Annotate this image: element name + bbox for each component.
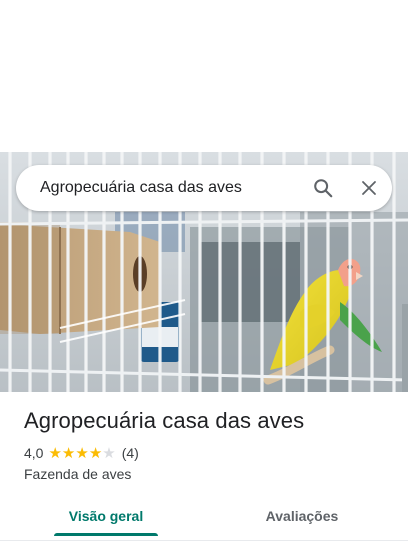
place-category[interactable]: Fazenda de aves bbox=[24, 466, 131, 482]
tab-overview[interactable]: Visão geral bbox=[54, 496, 158, 536]
star-icon: ★ bbox=[88, 444, 103, 462]
rating-value: 4,0 bbox=[24, 445, 44, 461]
search-input[interactable] bbox=[40, 166, 300, 210]
search-icon bbox=[314, 179, 333, 198]
star-icon: ★ bbox=[75, 444, 89, 462]
star-icon: ★ bbox=[61, 444, 76, 462]
active-tab-indicator bbox=[54, 533, 158, 536]
place-title: Agropecuária casa das aves bbox=[24, 408, 305, 433]
tab-reviews[interactable]: Avaliações bbox=[250, 496, 354, 536]
place-info-panel: Agropecuária casa das aves 4,0 ★ ★ ★ ★ ★… bbox=[0, 392, 408, 544]
search-bar[interactable] bbox=[16, 165, 392, 211]
blank-area bbox=[0, 0, 408, 152]
star-icon: ★ bbox=[48, 444, 62, 462]
rating-stars: ★ ★ ★ ★ ★ bbox=[48, 446, 115, 461]
search-button[interactable] bbox=[300, 165, 346, 211]
clear-search-button[interactable] bbox=[346, 165, 392, 211]
rating-row[interactable]: 4,0 ★ ★ ★ ★ ★ (4) bbox=[24, 445, 139, 461]
review-count[interactable]: (4) bbox=[122, 445, 139, 461]
place-tabs: Visão geral Avaliações bbox=[0, 496, 408, 536]
star-icon: ★ bbox=[102, 444, 116, 462]
divider bbox=[0, 540, 408, 541]
close-icon bbox=[362, 181, 376, 195]
